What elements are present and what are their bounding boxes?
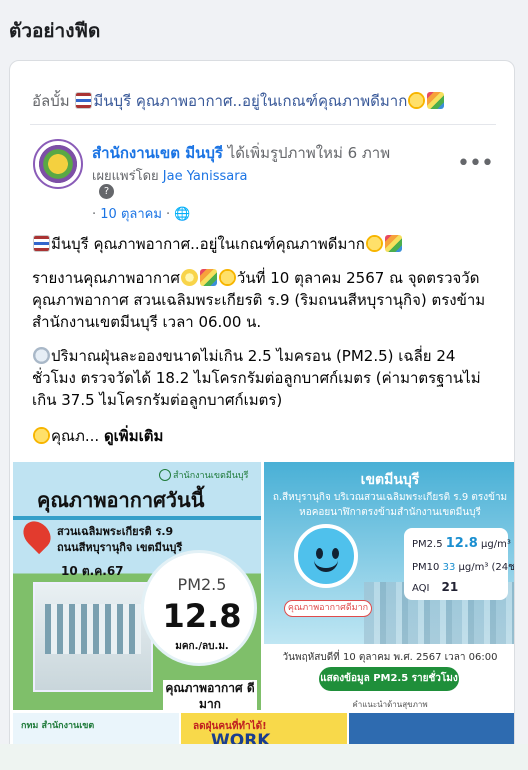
album-title[interactable]: มีนบุรี คุณภาพอากาศ..อยู่ในเกณฑ์คุณภาพดี… — [93, 92, 407, 110]
pm-unit: มคก./ลบ.ม. — [175, 641, 229, 652]
status-badge: คุณภาพอากาศดีมาก — [284, 600, 372, 617]
see-more-link[interactable]: ดูเพิ่มเติม — [104, 427, 163, 445]
reading-datetime: วันพฤหัสบดีที่ 10 ตุลาคม พ.ศ. 2567 เวลา … — [282, 652, 498, 663]
pm-reading-circle: PM2.5 12.8 มคก./ลบ.ม. — [141, 550, 257, 666]
smiley-face-icon — [294, 524, 358, 588]
rainbow-icon — [384, 235, 402, 252]
seal-icon — [159, 469, 171, 481]
rainbow-icon — [199, 269, 217, 286]
post-truncated: คุณภ... ดูเพิ่มเติม — [32, 425, 502, 447]
feed-preview-page: ตัวอย่างฟีด อัลบั้ม มีนบุรี คุณภาพอากาศ.… — [0, 0, 528, 770]
bottom-fade — [0, 744, 528, 770]
district-name: เขตมีนบุรี — [360, 472, 420, 488]
building-image — [33, 582, 153, 692]
flag-icon — [33, 235, 50, 252]
shared-by-label: เผยแพร่โดย — [92, 169, 159, 184]
album-line[interactable]: อัลบั้ม มีนบุรี คุณภาพอากาศ..อยู่ในเกณฑ์… — [32, 89, 445, 113]
post-card: อัลบั้ม มีนบุรี คุณภาพอากาศ..อยู่ในเกณฑ์… — [9, 60, 515, 770]
help-icon[interactable]: ? — [99, 184, 114, 199]
pm-label: PM2.5 — [177, 575, 227, 594]
thumb-label: กทม สำนักงานเขต — [21, 721, 95, 731]
post-headline: มีนบุรี คุณภาพอากาศ..อยู่ในเกณฑ์คุณภาพดี… — [32, 233, 502, 255]
pm-value: 12.8 — [162, 597, 242, 635]
district-logo: สำนักงานเขตมีนบุรี — [159, 468, 248, 482]
readings-card: PM2.5 12.8 μg/m³ PM10 33 μg/m³ (24ชม) AQ… — [404, 528, 514, 600]
avatar[interactable] — [33, 139, 83, 189]
report-prefix: รายงานคุณภาพอากาศ — [32, 269, 180, 287]
author-name[interactable]: สำนักงานเขต มีนบุรี — [92, 144, 223, 162]
headline-text: มีนบุรี คุณภาพอากาศ..อยู่ในเกณฑ์คุณภาพดี… — [51, 235, 365, 253]
globe-icon: 🌐 — [174, 207, 191, 222]
aqi-reading: AQI 21 — [412, 580, 459, 594]
photo-air-quality-poster[interactable]: สำนักงานเขตมีนบุรี คุณภาพอากาศวันนี้ สวน… — [13, 462, 261, 710]
smiling-sun-icon — [365, 235, 383, 252]
flag-icon — [75, 92, 93, 109]
pm-text: ปริมาณฝุ่นละอองขนาดไม่เกิน 2.5 ไมครอน (P… — [32, 347, 481, 409]
album-prefix: อัลบั้ม — [32, 92, 70, 110]
rainbow-icon — [427, 92, 445, 109]
truncated-text: คุณภ... — [51, 427, 100, 445]
post-date[interactable]: 10 ตุลาคม — [100, 207, 162, 222]
pm10-reading: PM10 33 μg/m³ (24ชม) — [412, 562, 515, 573]
location-pin-icon — [17, 515, 57, 555]
haze-icon — [33, 347, 50, 364]
section-title: ตัวอย่างฟีด — [9, 20, 101, 42]
post-action: ได้เพิ่มรูปภาพใหม่ 6 ภาพ — [227, 144, 391, 162]
smiling-sun-icon — [408, 92, 426, 109]
post-pm-paragraph: ปริมาณฝุ่นละอองขนาดไม่เกิน 2.5 ไมครอน (P… — [32, 345, 502, 411]
shared-by: เผยแพร่โดย Jae Yanissara — [92, 165, 248, 186]
station-location: ถ.สีหบุรานุกิจ บริเวณสวนเฉลิมพระเกียรติ … — [272, 492, 508, 518]
photo-aqi-card[interactable]: เขตมีนบุรี ถ.สีหบุรานุกิจ บริเวณสวนเฉลิม… — [264, 462, 514, 710]
aqi-header: เขตมีนบุรี ถ.สีหบุรานุกิจ บริเวณสวนเฉลิม… — [264, 462, 514, 644]
more-options-icon[interactable]: ••• — [457, 151, 494, 176]
sun-icon — [180, 269, 198, 286]
smiling-sun-icon — [218, 269, 236, 286]
smiling-sun-icon — [33, 427, 50, 444]
divider — [30, 124, 496, 125]
divider — [13, 516, 261, 520]
post-report-paragraph: รายงานคุณภาพอากาศ วันที่ 10 ตุลาคม 2567 ณ… — [32, 267, 502, 333]
air-quality-status: คุณภาพอากาศ ดีมาก — [163, 680, 257, 710]
poster-date: 10 ต.ค.67 — [61, 564, 124, 578]
post-header: สำนักงานเขต มีนบุรี ได้เพิ่มรูปภาพใหม่ 6… — [92, 141, 390, 165]
hourly-pm-button[interactable]: แสดงข้อมูล PM2.5 รายชั่วโมง — [319, 667, 459, 691]
health-advice-label: คำแนะนำด้านสุขภาพ — [352, 700, 428, 709]
poster-place: สวนเฉลิมพระเกียรติ ร.9 ถนนสีหบุรานุกิจ เ… — [57, 525, 183, 554]
poster-title: คุณภาพอากาศวันนี้ — [37, 488, 205, 512]
pm25-reading: PM2.5 12.8 μg/m³ — [412, 536, 511, 551]
post-meta: · 10 ตุลาคม · 🌐 — [92, 207, 191, 222]
shared-by-name[interactable]: Jae Yanissara — [163, 169, 248, 184]
